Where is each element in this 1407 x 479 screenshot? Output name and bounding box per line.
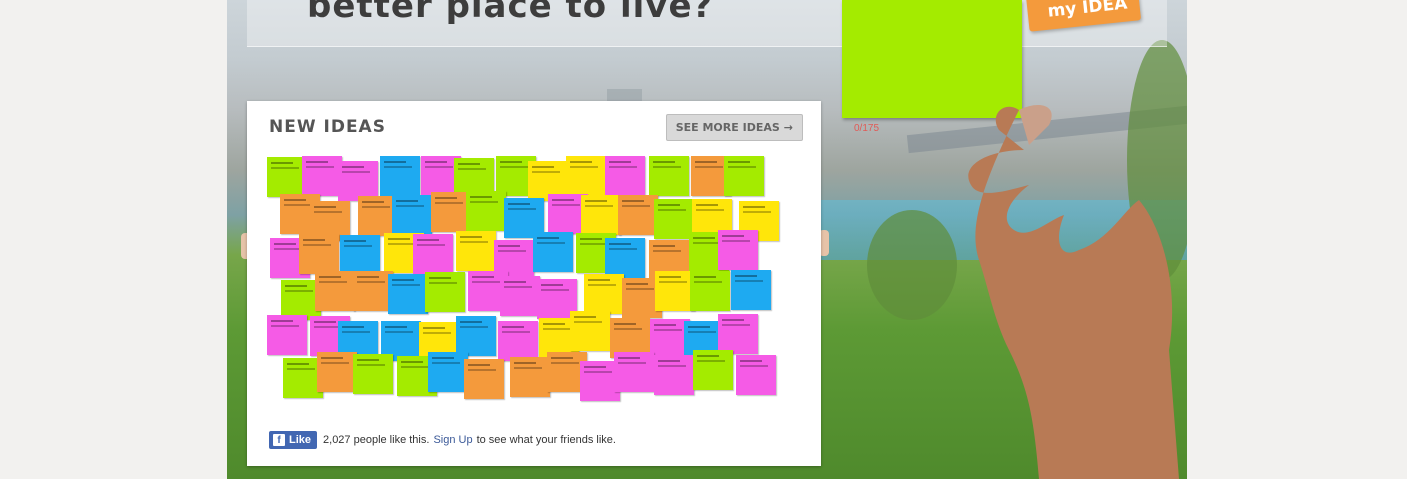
idea-note[interactable] — [654, 354, 694, 395]
idea-note[interactable] — [604, 238, 645, 279]
idea-note[interactable] — [337, 160, 378, 201]
idea-note[interactable] — [339, 234, 380, 275]
idea-note[interactable] — [618, 195, 659, 236]
idea-note[interactable] — [583, 274, 624, 315]
idea-note[interactable] — [427, 352, 468, 393]
idea-note[interactable] — [532, 231, 573, 272]
idea-note[interactable] — [498, 320, 539, 361]
idea-note[interactable] — [717, 314, 758, 355]
like-suffix-text: to see what your friends like. — [476, 434, 616, 446]
new-ideas-title: NEW IDEAS — [269, 117, 386, 137]
idea-note[interactable] — [379, 156, 420, 196]
idea-note[interactable] — [314, 270, 355, 311]
idea-note[interactable] — [455, 315, 496, 356]
submit-label: my IDEA — [1046, 0, 1129, 22]
facebook-like-bar: f Like 2,027 people like this. Sign Up t… — [269, 431, 616, 449]
idea-note[interactable] — [717, 230, 758, 271]
idea-note[interactable] — [605, 156, 646, 196]
idea-note[interactable] — [735, 355, 776, 396]
idea-note[interactable] — [509, 357, 550, 398]
like-label: Like — [289, 434, 312, 446]
idea-note[interactable] — [387, 273, 428, 314]
hand-image — [968, 105, 1179, 479]
idea-note[interactable] — [614, 351, 655, 392]
facebook-like-button[interactable]: f Like — [269, 431, 318, 449]
arrow-right-icon: → — [783, 121, 793, 134]
character-counter: 0/175 — [854, 123, 880, 134]
idea-note[interactable] — [689, 270, 730, 311]
idea-note[interactable] — [463, 358, 504, 399]
see-more-ideas-button[interactable]: SEE MORE IDEAS → — [665, 114, 803, 141]
idea-note[interactable] — [649, 156, 690, 196]
new-ideas-panel: NEW IDEAS SEE MORE IDEAS → f Like 2,027 p… — [247, 101, 821, 466]
idea-note[interactable] — [456, 231, 497, 272]
idea-note[interactable] — [580, 195, 621, 236]
idea-note[interactable] — [317, 352, 358, 393]
ideas-board[interactable] — [267, 156, 801, 418]
idea-note[interactable] — [424, 271, 465, 312]
idea-note[interactable] — [500, 275, 541, 316]
idea-note[interactable] — [301, 156, 342, 196]
idea-note[interactable] — [570, 310, 611, 351]
idea-note[interactable] — [392, 194, 433, 235]
page-headline: better place to live? — [307, 0, 714, 26]
idea-note[interactable] — [413, 234, 454, 275]
tree — [867, 210, 957, 320]
hero-background: better place to live? NEW IDEAS SEE MORE… — [227, 0, 1187, 479]
idea-note[interactable] — [430, 191, 471, 232]
idea-note[interactable] — [267, 314, 307, 355]
idea-note[interactable] — [299, 233, 340, 274]
idea-note[interactable] — [692, 350, 733, 391]
facebook-icon: f — [273, 434, 285, 446]
idea-note[interactable] — [466, 191, 507, 232]
idea-note[interactable] — [353, 353, 394, 394]
signup-link[interactable]: Sign Up — [433, 434, 472, 446]
idea-note[interactable] — [566, 156, 607, 196]
idea-note[interactable] — [730, 270, 771, 311]
idea-note[interactable] — [723, 156, 764, 196]
like-count-text: 2,027 people like this. — [323, 434, 430, 446]
idea-note[interactable] — [653, 198, 694, 239]
see-more-label: SEE MORE IDEAS — [675, 121, 780, 134]
